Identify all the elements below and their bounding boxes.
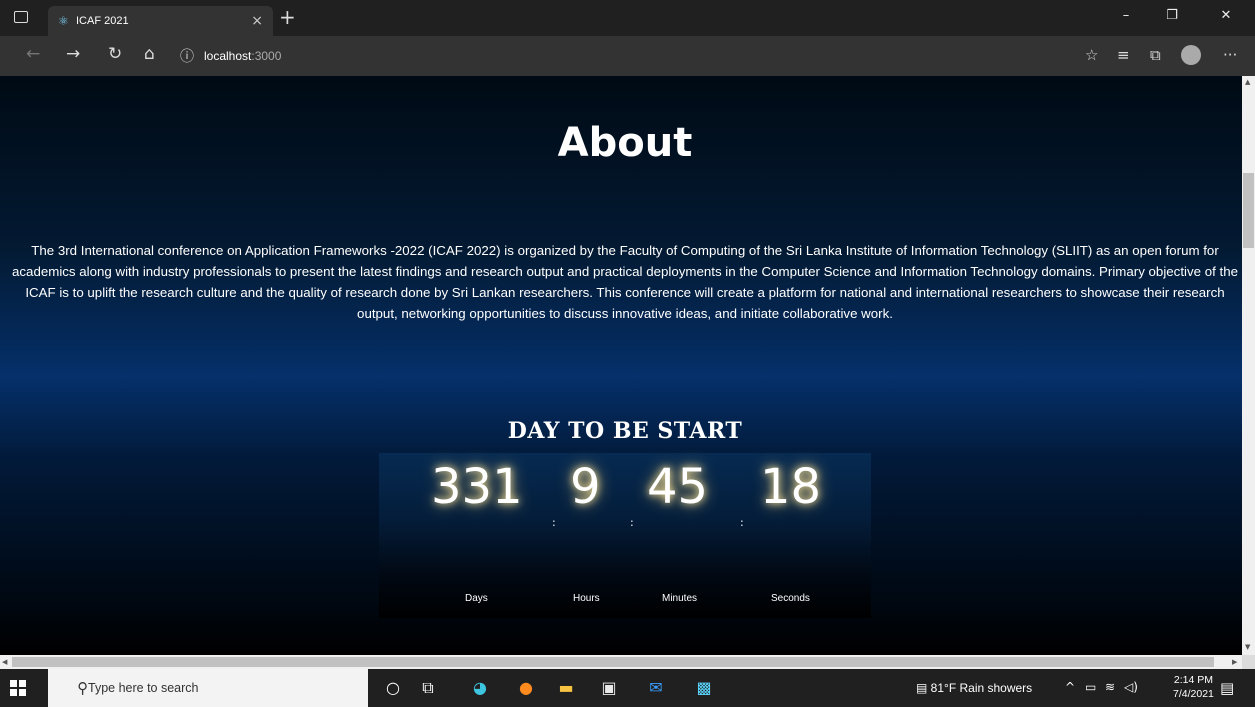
tray-chevron-icon[interactable]: ^ bbox=[1065, 680, 1075, 694]
horizontal-scroll-thumb[interactable] bbox=[12, 657, 1214, 667]
about-text: The 3rd International conference on Appl… bbox=[12, 243, 1238, 321]
countdown-separator: : bbox=[740, 516, 744, 529]
minimize-button[interactable]: – bbox=[1103, 8, 1149, 23]
tab-actions-icon[interactable] bbox=[14, 11, 28, 23]
countdown-seconds: 18 bbox=[760, 459, 822, 515]
label-seconds: Seconds bbox=[771, 593, 810, 604]
browser-tab[interactable]: ⚛ ICAF 2021 × bbox=[48, 6, 273, 36]
favorites-icon[interactable]: ≡ bbox=[1117, 46, 1130, 64]
countdown-title: DAY TO BE START bbox=[507, 418, 743, 444]
notifications-icon[interactable]: ▤ bbox=[1220, 679, 1234, 697]
countdown-hours: 9 bbox=[570, 459, 601, 515]
countdown-separator: : bbox=[552, 516, 556, 529]
weather-widget[interactable]: ▤ 81°F Rain showers bbox=[916, 681, 1032, 695]
weather-text: 81°F Rain showers bbox=[930, 681, 1033, 695]
collections-icon[interactable]: ⧉ bbox=[1150, 46, 1161, 64]
countdown-separator: : bbox=[630, 516, 634, 529]
store-icon[interactable]: ▣ bbox=[599, 678, 619, 698]
address-bar[interactable]: ⓘ localhost :3000 bbox=[180, 42, 1080, 70]
edge-icon[interactable]: ◕ bbox=[470, 678, 490, 698]
horizontal-scrollbar[interactable]: ◀ ▶ bbox=[0, 655, 1242, 669]
wifi-icon[interactable]: ≋ bbox=[1105, 680, 1115, 694]
scroll-right-icon[interactable]: ▶ bbox=[1232, 658, 1237, 666]
scroll-up-icon[interactable]: ▲ bbox=[1245, 78, 1250, 86]
browser-toolbar: ← → ↻ ⌂ ⓘ localhost :3000 ☆ ≡ ⧉ ··· bbox=[0, 36, 1255, 76]
tab-title: ICAF 2021 bbox=[76, 15, 129, 27]
home-icon[interactable]: ⌂ bbox=[144, 44, 155, 64]
countdown-minutes: 45 bbox=[647, 459, 709, 515]
add-favorite-icon[interactable]: ☆ bbox=[1085, 46, 1098, 64]
restore-button[interactable]: ❐ bbox=[1149, 8, 1195, 23]
battery-icon[interactable]: ▭ bbox=[1085, 680, 1096, 694]
site-info-icon[interactable]: ⓘ bbox=[180, 46, 204, 66]
profile-icon[interactable] bbox=[1181, 45, 1201, 65]
system-clock[interactable]: 2:14 PM 7/4/2021 bbox=[1173, 673, 1214, 701]
taskbar-search-box[interactable]: ⚲ Type here to search bbox=[48, 669, 368, 707]
label-minutes: Minutes bbox=[662, 593, 698, 604]
tab-close-button[interactable]: × bbox=[251, 13, 263, 29]
cortana-icon[interactable]: ○ bbox=[383, 678, 403, 698]
url-port: :3000 bbox=[251, 49, 282, 63]
url-host: localhost bbox=[204, 49, 252, 63]
vertical-scrollbar[interactable]: ▲ ▼ bbox=[1242, 76, 1255, 655]
vertical-scroll-thumb[interactable] bbox=[1243, 173, 1254, 248]
clock-date: 7/4/2021 bbox=[1173, 688, 1214, 700]
windows-start-icon[interactable] bbox=[10, 680, 26, 696]
firefox-icon[interactable]: ● bbox=[516, 678, 536, 698]
search-placeholder: Type here to search bbox=[88, 681, 199, 695]
volume-icon[interactable]: ◁) bbox=[1124, 680, 1138, 694]
search-icon: ⚲ bbox=[77, 679, 88, 697]
label-days: Days bbox=[465, 593, 488, 604]
scroll-left-icon[interactable]: ◀ bbox=[2, 658, 7, 666]
new-tab-button[interactable]: + bbox=[279, 5, 296, 29]
label-hours: Hours bbox=[573, 593, 600, 604]
react-icon: ⚛ bbox=[58, 14, 69, 28]
clock-time: 2:14 PM bbox=[1173, 674, 1213, 686]
more-icon[interactable]: ··· bbox=[1223, 46, 1237, 64]
file-explorer-icon[interactable]: ▬ bbox=[556, 678, 576, 698]
windows-taskbar: ⚲ Type here to search ○ ⧉ ◕ ● ▬ ▣ ✉ ▩ ▤ … bbox=[0, 669, 1255, 707]
webstorm-icon[interactable]: ▩ bbox=[694, 678, 714, 698]
forward-icon[interactable]: → bbox=[66, 44, 80, 64]
mail-icon[interactable]: ✉ bbox=[646, 678, 666, 698]
about-title: About bbox=[557, 120, 693, 166]
back-icon[interactable]: ← bbox=[26, 44, 40, 64]
news-icon: ▤ bbox=[916, 681, 931, 695]
countdown-box: 331 : 9 : 45 : 18 Days Hours Minutes Sec… bbox=[379, 453, 871, 618]
page-viewport: About The 3rd International conference o… bbox=[0, 76, 1242, 655]
close-window-button[interactable]: ✕ bbox=[1203, 8, 1249, 23]
countdown-days: 331 bbox=[431, 459, 523, 515]
browser-title-bar: ⚛ ICAF 2021 × + – ❐ ✕ bbox=[0, 0, 1255, 36]
task-view-icon[interactable]: ⧉ bbox=[418, 678, 438, 698]
scrollbar-corner bbox=[1242, 655, 1255, 669]
scroll-down-icon[interactable]: ▼ bbox=[1245, 643, 1250, 651]
refresh-icon[interactable]: ↻ bbox=[108, 44, 122, 64]
